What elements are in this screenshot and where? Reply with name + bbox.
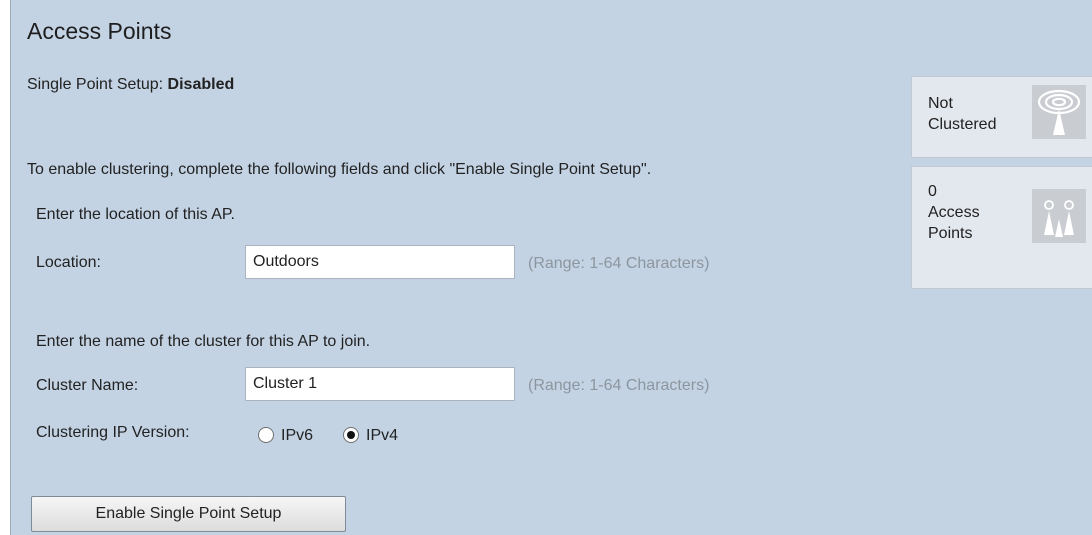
single-point-setup-status: Single Point Setup: Disabled (27, 76, 234, 94)
ipv6-radio[interactable] (258, 427, 274, 443)
cluster-hint: Enter the name of the cluster for this A… (36, 333, 371, 350)
status-value: Disabled (167, 76, 235, 93)
status-label: Single Point Setup: (27, 76, 168, 93)
access-points-count: 0 (928, 183, 937, 200)
location-range-hint: (Range: 1-64 Characters) (528, 255, 710, 272)
location-label: Location: (36, 254, 101, 271)
enable-single-point-setup-button[interactable]: Enable Single Point Setup (31, 496, 346, 532)
access-points-panel: Access Points Single Point Setup: Disabl… (10, 0, 1092, 535)
access-points-count-label: Access Points (928, 204, 980, 242)
location-hint: Enter the location of this AP. (36, 206, 235, 223)
access-points-icon (1032, 189, 1086, 243)
cluster-status-card: Not Clustered (911, 76, 1092, 158)
cluster-name-label: Cluster Name: (36, 377, 139, 394)
signal-tower-icon (1032, 85, 1086, 139)
page-title: Access Points (27, 18, 172, 44)
ipv4-radio[interactable] (343, 427, 359, 443)
ipv4-label: IPv4 (366, 427, 399, 444)
ip-version-label: Clustering IP Version: (36, 424, 190, 441)
location-input[interactable] (245, 245, 515, 279)
cluster-name-input[interactable] (245, 367, 515, 401)
clustering-instructions: To enable clustering, complete the follo… (27, 161, 652, 178)
cluster-status-text: Not Clustered (928, 95, 997, 133)
access-points-count-card: 0 Access Points (911, 166, 1092, 289)
cluster-range-hint: (Range: 1-64 Characters) (528, 377, 710, 394)
ipv6-label: IPv6 (281, 427, 314, 444)
